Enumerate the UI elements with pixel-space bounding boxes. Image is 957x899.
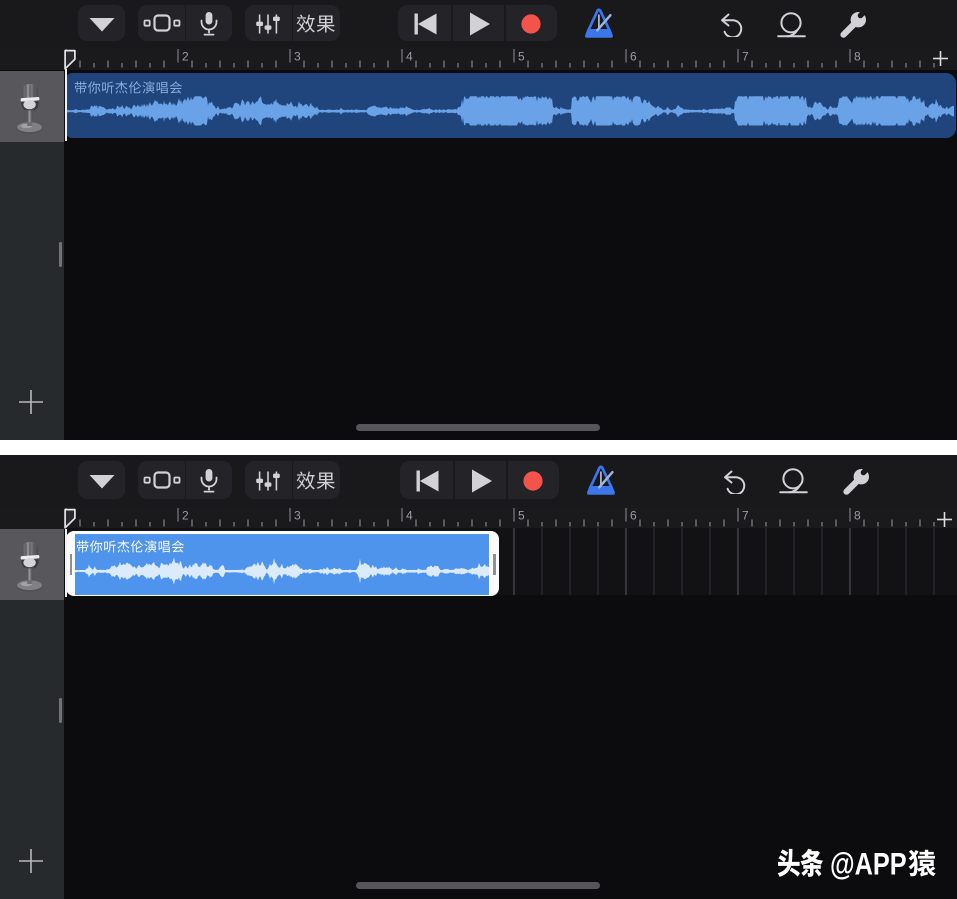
svg-text:5: 5	[518, 50, 525, 64]
svg-text:6: 6	[630, 509, 637, 523]
svg-text:7: 7	[742, 50, 749, 64]
svg-text:@APP: @APP	[830, 845, 907, 881]
svg-text:2: 2	[182, 50, 189, 64]
svg-text:4: 4	[406, 509, 413, 523]
svg-text:3: 3	[294, 509, 301, 523]
svg-text:3: 3	[294, 50, 301, 64]
svg-text:7: 7	[742, 509, 749, 523]
svg-text:2: 2	[182, 509, 189, 523]
svg-text:6: 6	[630, 50, 637, 64]
svg-text:8: 8	[854, 509, 861, 523]
svg-text:8: 8	[854, 50, 861, 64]
svg-text:4: 4	[406, 50, 413, 64]
svg-text:5: 5	[518, 509, 525, 523]
